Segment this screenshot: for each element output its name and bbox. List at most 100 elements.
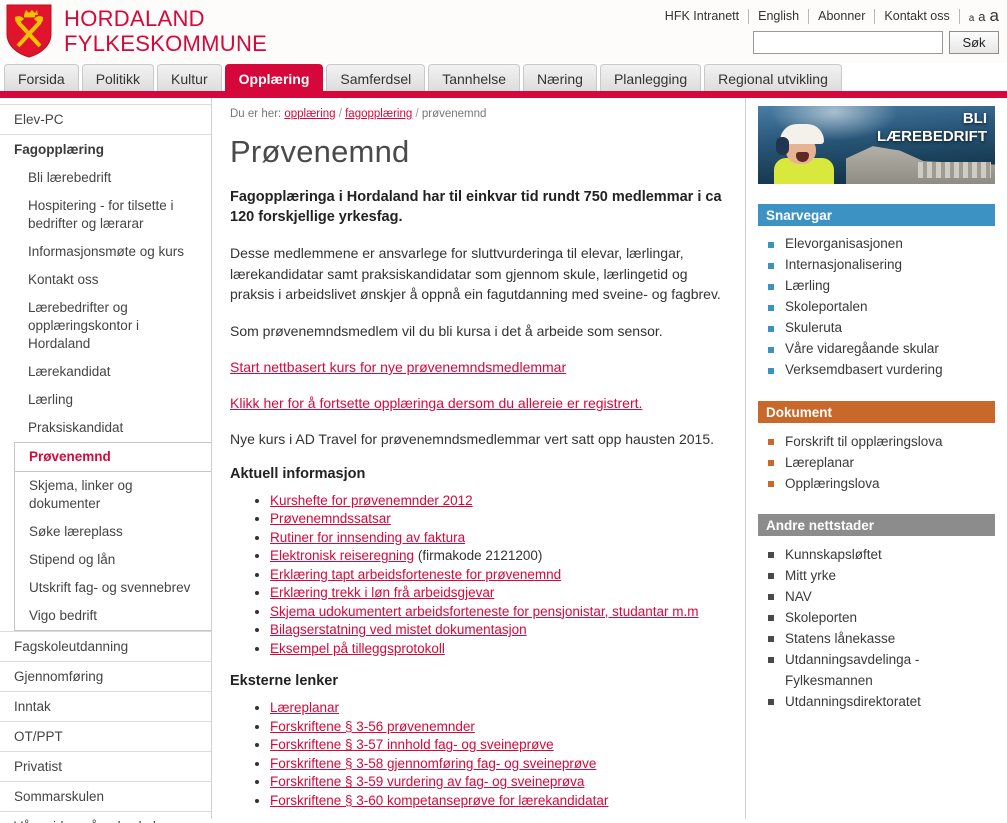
andre-item-utdanningsavdelinga[interactable]: Utdanningsavdelinga - Fylkesmannen — [768, 649, 995, 691]
snarvegar-item-elevorganisasjonen[interactable]: Elevorganisasjonen — [768, 234, 995, 255]
breadcrumb-link-fagopplaering[interactable]: fagopplæring — [345, 108, 412, 120]
sidebar-item-praksiskandidat[interactable]: Praksiskandidat — [0, 414, 211, 442]
top-link-english[interactable]: English — [749, 9, 808, 23]
list-item: Bilagserstatning ved mistet dokumentasjo… — [270, 621, 731, 639]
brand-logo-area[interactable]: HORDALAND FYLKESKOMMUNE — [6, 4, 267, 58]
sidebar-item-elev-pc[interactable]: Elev-PC — [0, 104, 211, 134]
sidebar-item-vare-vidaregaande-skular[interactable]: Våre vidaregåande skular — [0, 811, 211, 823]
list-item: Forskriftene § 3-56 prøvenemnder — [270, 718, 731, 736]
andre-nettstader-list: Kunnskapsløftet Mitt yrke NAV Skoleporte… — [758, 544, 995, 712]
list-item: Elektronisk reiseregning (firmakode 2121… — [270, 547, 731, 565]
news-link-erklaering-tapt-arbeidsforteneste[interactable]: Erklæring tapt arbeidsforteneste for prø… — [270, 567, 561, 582]
block-header-dokument: Dokument — [758, 401, 995, 423]
list-item: Rutiner for innsending av faktura — [270, 529, 731, 547]
continue-course-link-block: Klikk her for å fortsette opplæringa der… — [230, 393, 731, 413]
external-link-forskriftene-3-60[interactable]: Forskriftene § 3-60 kompetanseprøve for … — [270, 793, 608, 808]
sidebar-item-bli-laerebedrift[interactable]: Bli lærebedrift — [0, 164, 211, 192]
sidebar-item-sommarskulen[interactable]: Sommarskulen — [0, 781, 211, 811]
andre-item-nav[interactable]: NAV — [768, 586, 995, 607]
tab-forsida[interactable]: Forsida — [4, 64, 79, 92]
breadcrumb-current: prøvenemnd — [421, 108, 487, 120]
snarvegar-item-verksemdbasert-vurdering[interactable]: Verksemdbasert vurdering — [768, 360, 995, 381]
dokument-item-opplaeringslova[interactable]: Opplæringslova — [768, 473, 995, 494]
body-paragraph-2: Som prøvenemndsmedlem vil du bli kursa i… — [230, 322, 663, 339]
sidebar-item-laerekandidat[interactable]: Lærekandidat — [0, 358, 211, 386]
news-link-erklaering-trekk-lon[interactable]: Erklæring trekk i løn frå arbeidsgjevar — [270, 585, 494, 600]
promo-banner-bli-laerebedrift[interactable]: BLI LÆREBEDRIFT — [758, 106, 995, 184]
sidebar-item-inntak[interactable]: Inntak — [0, 691, 211, 721]
sidebar-item-fagopplaering[interactable]: Fagopplæring — [0, 134, 211, 164]
font-size-large-button[interactable]: a — [990, 6, 999, 26]
body-paragraph-1: Desse medlemmene er ansvarlege for slutt… — [230, 245, 721, 302]
tab-opplaering[interactable]: Opplæring — [224, 64, 324, 92]
external-link-forskriftene-3-58[interactable]: Forskriftene § 3-58 gjennomføring fag- o… — [270, 756, 596, 771]
top-link-abonner[interactable]: Abonner — [809, 9, 874, 23]
tab-kultur[interactable]: Kultur — [157, 64, 222, 92]
news-link-eksempel-tilleggsprotokoll[interactable]: Eksempel på tilleggsprotokoll — [270, 641, 445, 656]
tab-samferdsel[interactable]: Samferdsel — [326, 64, 426, 92]
andre-item-kunnskapsloftet[interactable]: Kunnskapsløftet — [768, 544, 995, 565]
breadcrumb-link-opplaering[interactable]: opplæring — [284, 108, 335, 120]
sidebar-item-gjennomforing[interactable]: Gjennomføring — [0, 661, 211, 691]
sidebar-item-hospitering[interactable]: Hospitering - for tilsette i bedrifter o… — [0, 192, 211, 238]
external-link-forskriftene-3-56[interactable]: Forskriftene § 3-56 prøvenemnder — [270, 719, 475, 734]
external-link-laereplanar[interactable]: Læreplanar — [270, 700, 339, 715]
sidebar-item-ot-ppt[interactable]: OT/PPT — [0, 721, 211, 751]
sidebar-item-fagskoleutdanning[interactable]: Fagskoleutdanning — [0, 631, 211, 661]
snarvegar-item-skuleruta[interactable]: Skuleruta — [768, 318, 995, 339]
sidebar-item-informasjonsmote[interactable]: Informasjonsmøte og kurs — [0, 238, 211, 266]
block-header-andre-nettstader: Andre nettstader — [758, 514, 995, 536]
sidebar-item-kontakt-oss[interactable]: Kontakt oss — [0, 266, 211, 294]
sidebar-item-privatist[interactable]: Privatist — [0, 751, 211, 781]
andre-item-skoleporten[interactable]: Skoleporten — [768, 607, 995, 628]
sidebar-item-stipend-og-lan[interactable]: Stipend og lån — [14, 546, 211, 574]
sidebar-item-provenemnd[interactable]: Prøvenemnd — [14, 442, 211, 472]
news-link-elektronisk-reiseregning[interactable]: Elektronisk reiseregning — [270, 548, 414, 563]
font-size-medium-button[interactable]: a — [978, 9, 985, 24]
search-button[interactable]: Søk — [949, 31, 999, 54]
news-link-kurshefte[interactable]: Kurshefte for prøvenemnder 2012 — [270, 493, 473, 508]
list-item: Forskriftene § 3-58 gjennomføring fag- o… — [270, 755, 731, 773]
snarvegar-item-laerling[interactable]: Lærling — [768, 276, 995, 297]
news-link-provenemndssatsar[interactable]: Prøvenemndssatsar — [270, 511, 391, 526]
search-input[interactable] — [753, 31, 943, 54]
tab-politikk[interactable]: Politikk — [81, 64, 155, 92]
tab-planlegging[interactable]: Planlegging — [599, 64, 702, 92]
news-link-rutiner-faktura[interactable]: Rutiner for innsending av faktura — [270, 530, 465, 545]
external-link-forskriftene-3-59[interactable]: Forskriftene § 3-59 vurdering av fag- og… — [270, 774, 584, 789]
tab-tannhelse[interactable]: Tannhelse — [428, 64, 521, 92]
section-title-eksterne-lenker: Eksterne lenker — [230, 673, 339, 689]
dokument-item-forskrift-opplaeringslova[interactable]: Forskrift til opplæringslova — [768, 431, 995, 452]
snarvegar-item-vare-vidaregaande-skular[interactable]: Våre vidaregåande skular — [768, 339, 995, 360]
dokument-item-laereplanar[interactable]: Læreplanar — [768, 452, 995, 473]
list-item: Kurshefte for prøvenemnder 2012 — [270, 492, 731, 510]
list-item: Eksempel på tilleggsprotokoll — [270, 640, 731, 658]
utility-nav: HFK Intranett English Abonner Kontakt os… — [665, 6, 999, 26]
andre-item-utdanningsdirektoratet[interactable]: Utdanningsdirektoratet — [768, 691, 995, 712]
andre-item-mitt-yrke[interactable]: Mitt yrke — [768, 565, 995, 586]
sidebar-item-skjema-linker[interactable]: Skjema, linker og dokumenter — [14, 472, 211, 518]
sidebar-item-laerling[interactable]: Lærling — [0, 386, 211, 414]
sidebar-item-laerebedrifter[interactable]: Lærebedrifter og opplæringskontor i Hord… — [0, 294, 211, 358]
promo-title-line-1: BLI — [962, 110, 987, 127]
hordaland-coat-of-arms-icon — [6, 4, 52, 58]
font-size-small-button[interactable]: a — [969, 13, 975, 24]
snarvegar-item-internasjonalisering[interactable]: Internasjonalisering — [768, 255, 995, 276]
andre-item-statens-lanekasse[interactable]: Statens lånekasse — [768, 628, 995, 649]
sidebar-item-soke-laereplass[interactable]: Søke læreplass — [14, 518, 211, 546]
promo-rig-deck-shape — [918, 162, 991, 178]
start-course-link[interactable]: Start nettbasert kurs for nye prøvenemnd… — [230, 357, 566, 377]
list-item: Erklæring trekk i løn frå arbeidsgjevar — [270, 584, 731, 602]
top-link-intranett[interactable]: HFK Intranett — [665, 9, 748, 23]
page-title: Prøvenemnd — [230, 134, 410, 169]
continue-course-link[interactable]: Klikk her for å fortsette opplæringa der… — [230, 393, 642, 413]
tab-regional-utvikling[interactable]: Regional utvikling — [704, 64, 842, 92]
tab-naering[interactable]: Næring — [523, 64, 597, 92]
top-link-kontakt-oss[interactable]: Kontakt oss — [875, 9, 958, 23]
news-link-bilagserstatning[interactable]: Bilagserstatning ved mistet dokumentasjo… — [270, 622, 527, 637]
sidebar-item-utskrift-fagbrev[interactable]: Utskrift fag- og svennebrev — [14, 574, 211, 602]
news-link-skjema-udokumentert[interactable]: Skjema udokumentert arbeidsforteneste fo… — [270, 604, 698, 619]
external-link-forskriftene-3-57[interactable]: Forskriftene § 3-57 innhold fag- og svei… — [270, 737, 554, 752]
sidebar-item-vigo-bedrift[interactable]: Vigo bedrift — [14, 602, 211, 631]
snarvegar-item-skoleportalen[interactable]: Skoleportalen — [768, 297, 995, 318]
